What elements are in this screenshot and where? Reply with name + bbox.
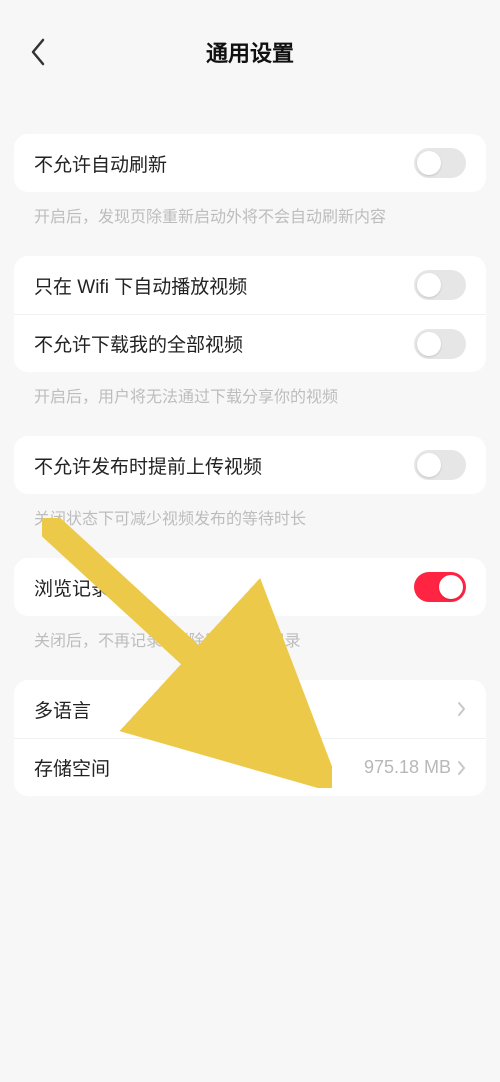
page-title: 通用设置: [206, 36, 294, 68]
toggle-preupload[interactable]: [414, 450, 466, 480]
toggle-wifi-autoplay[interactable]: [414, 270, 466, 300]
desc-auto-refresh: 开启后，发现页除重新启动外将不会自动刷新内容: [14, 192, 486, 230]
row-download-all[interactable]: 不允许下载我的全部视频: [14, 314, 486, 372]
row-language[interactable]: 多语言: [14, 680, 486, 738]
toggle-download-all[interactable]: [414, 329, 466, 359]
desc-download-all: 开启后，用户将无法通过下载分享你的视频: [14, 372, 486, 410]
row-label: 多语言: [34, 696, 91, 723]
storage-value: 975.18 MB: [364, 757, 451, 778]
desc-history: 关闭后，不再记录··删除历史浏览记录: [14, 616, 486, 654]
row-auto-refresh[interactable]: 不允许自动刷新: [14, 134, 486, 192]
group-video: 只在 Wifi 下自动播放视频 不允许下载我的全部视频: [14, 256, 486, 372]
chevron-left-icon: [29, 37, 47, 67]
group-preupload: 不允许发布时提前上传视频: [14, 436, 486, 494]
row-preupload[interactable]: 不允许发布时提前上传视频: [14, 436, 486, 494]
group-auto-refresh: 不允许自动刷新: [14, 134, 486, 192]
chevron-right-icon: [457, 701, 466, 717]
header: 通用设置: [0, 0, 500, 104]
group-misc: 多语言 存储空间 975.18 MB: [14, 680, 486, 796]
group-history: 浏览记录: [14, 558, 486, 616]
desc-preupload: 关闭状态下可减少视频发布的等待时长: [14, 494, 486, 532]
row-label: 存储空间: [34, 754, 110, 781]
toggle-auto-refresh[interactable]: [414, 148, 466, 178]
row-label: 不允许自动刷新: [34, 150, 167, 177]
row-label: 不允许下载我的全部视频: [34, 330, 243, 357]
content: 不允许自动刷新 开启后，发现页除重新启动外将不会自动刷新内容 只在 Wifi 下…: [0, 134, 500, 796]
row-history[interactable]: 浏览记录: [14, 558, 486, 616]
row-label: 不允许发布时提前上传视频: [34, 452, 262, 479]
chevron-right-icon: [457, 760, 466, 776]
row-label: 只在 Wifi 下自动播放视频: [34, 272, 247, 299]
row-wifi-autoplay[interactable]: 只在 Wifi 下自动播放视频: [14, 256, 486, 314]
row-label: 浏览记录: [34, 574, 110, 601]
row-storage[interactable]: 存储空间 975.18 MB: [14, 738, 486, 796]
back-button[interactable]: [18, 32, 58, 72]
toggle-history[interactable]: [414, 572, 466, 602]
